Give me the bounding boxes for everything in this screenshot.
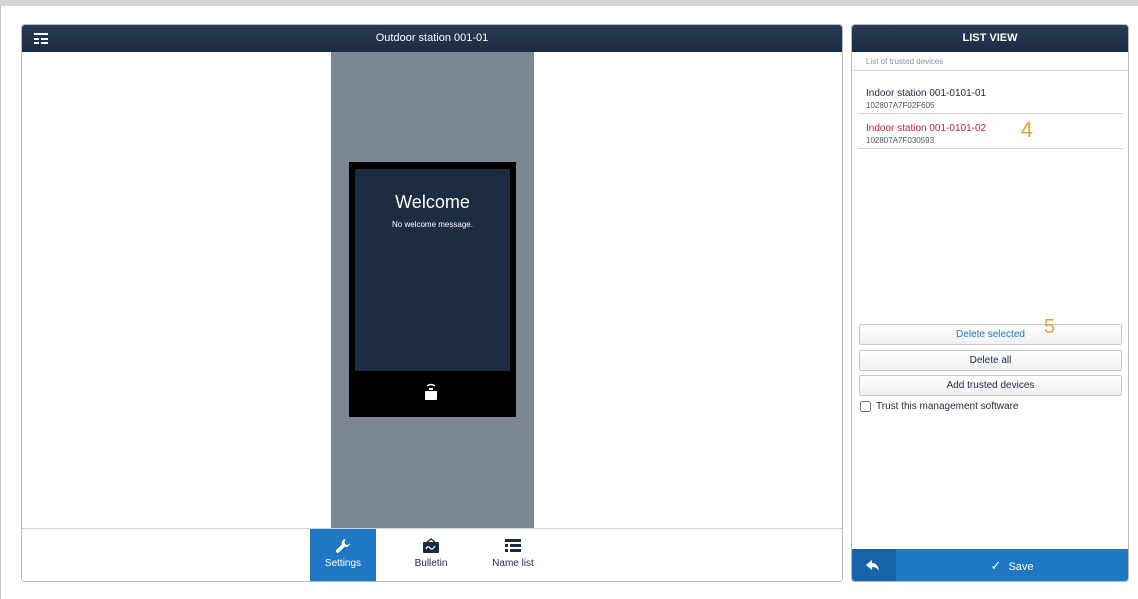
tab-name-list[interactable]: Name list <box>480 529 546 581</box>
device-mockup: Welcome No welcome message. <box>349 162 516 417</box>
name-list-icon <box>505 539 521 552</box>
preview-title: Outdoor station 001-01 <box>375 32 489 44</box>
bell-icon <box>425 383 437 400</box>
tab-settings-label: Settings <box>324 558 362 569</box>
back-arrow-icon <box>866 560 879 571</box>
list-item[interactable]: Indoor station 001-0101-01 102807A7F02F6… <box>858 79 1123 114</box>
delete-selected-label: Delete selected <box>956 329 1025 340</box>
preview-area: Welcome No welcome message. <box>331 52 534 528</box>
annotation-marker: 5 <box>1044 316 1056 338</box>
device-name: Indoor station 001-0101-02 <box>866 123 987 134</box>
menu-icon[interactable] <box>34 33 48 44</box>
top-rule <box>0 0 1138 6</box>
left-rule <box>0 6 6 599</box>
annotation-marker: 4 <box>1020 117 1033 142</box>
back-button[interactable] <box>852 549 896 581</box>
save-label: Save <box>1008 561 1034 573</box>
checkmark-icon: ✓ <box>990 558 1002 573</box>
preview-header: Outdoor station 001-01 <box>22 25 842 52</box>
list-item[interactable]: Indoor station 001-0101-02 102807A7F0305… <box>858 114 1123 149</box>
tab-settings[interactable]: Settings <box>310 529 376 581</box>
delete-all-button[interactable]: Delete all <box>859 350 1122 371</box>
add-trusted-devices-button[interactable]: Add trusted devices <box>859 375 1122 396</box>
tab-bulletin-label: Bulletin <box>414 558 448 569</box>
bottom-tab-bar: Settings Bulletin Name list <box>22 528 842 581</box>
list-caption: List of trusted devices <box>852 52 1128 71</box>
delete-selected-button[interactable]: Delete selected 5 <box>859 317 1122 345</box>
save-button[interactable]: ✓ Save <box>896 549 1128 581</box>
device-id: 102807A7F030593 <box>866 136 935 145</box>
trust-software-label: Trust this management software <box>876 401 1019 412</box>
welcome-message: No welcome message. <box>392 220 473 229</box>
welcome-title: Welcome <box>395 192 470 212</box>
bulletin-icon <box>423 538 439 553</box>
wrench-icon <box>335 539 350 553</box>
trust-software-checkbox[interactable] <box>860 401 871 412</box>
trust-software-row[interactable]: Trust this management software <box>860 401 1018 412</box>
device-preview-panel: Outdoor station 001-01 Welcome No welcom… <box>21 24 843 582</box>
device-id: 102807A7F02F605 <box>866 101 935 110</box>
list-view-header: LIST VIEW <box>852 25 1128 52</box>
footer-bar: ✓ Save <box>852 549 1128 581</box>
tab-bulletin[interactable]: Bulletin <box>398 529 464 581</box>
list-view-panel: LIST VIEW List of trusted devices Indoor… <box>851 24 1129 582</box>
device-screen: Welcome No welcome message. <box>355 169 510 371</box>
device-name: Indoor station 001-0101-01 <box>866 88 987 99</box>
tab-name-list-label: Name list <box>492 558 534 569</box>
